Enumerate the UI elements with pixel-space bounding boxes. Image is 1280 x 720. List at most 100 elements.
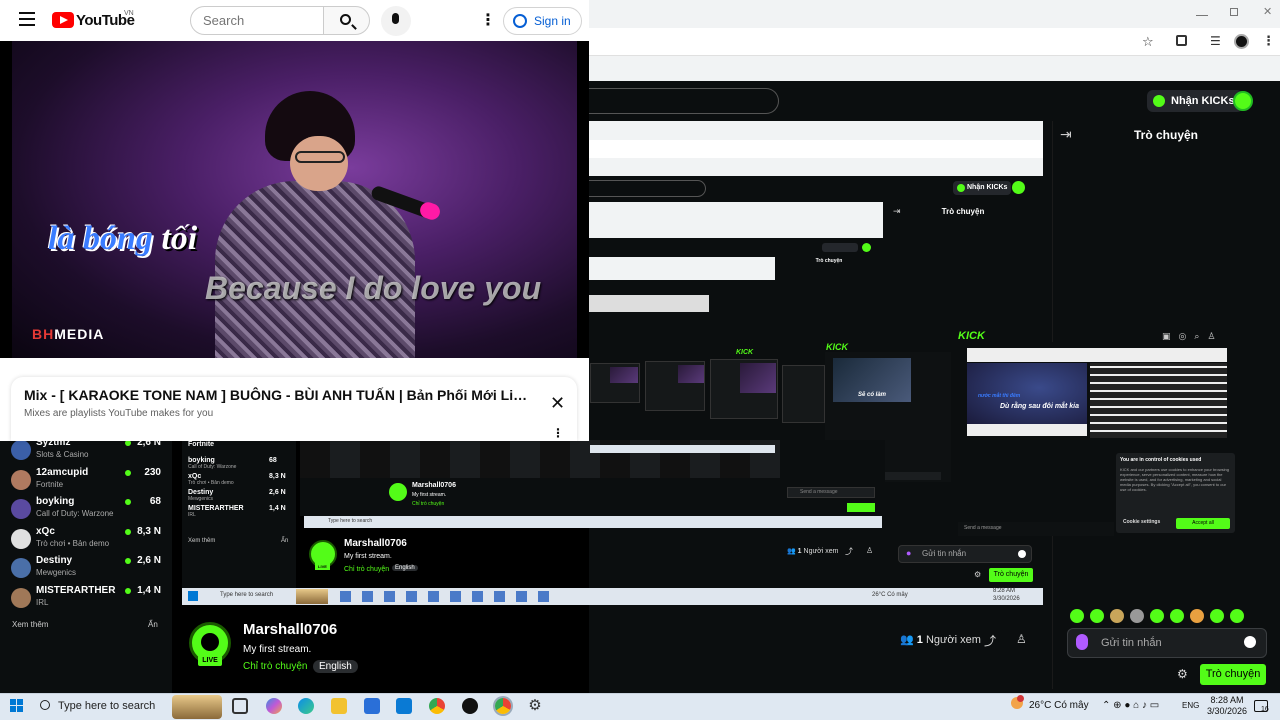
more-options-icon[interactable]: ⋮ [480, 10, 496, 30]
edge-icon[interactable] [298, 698, 314, 714]
nested-taskbar-time: 8:28 AM [993, 588, 1016, 594]
nested-streamer-name: Marshall0706 [344, 538, 407, 549]
live-dot-icon [125, 469, 131, 476]
emote-icon[interactable] [1190, 609, 1204, 623]
hamburger-menu-icon[interactable] [19, 12, 35, 26]
chat-input-placeholder: Gửi tin nhắn [1101, 637, 1162, 649]
share-icon[interactable]: ⤴ [984, 632, 996, 649]
streamer-name[interactable]: Marshall0706 [243, 621, 337, 638]
region-code: VN [124, 10, 134, 17]
emote-icon[interactable] [1090, 609, 1104, 623]
emoji-icon[interactable] [1244, 636, 1256, 648]
sidebar-channel[interactable]: Syztmz Slots & Casino 2,6 N [11, 437, 161, 465]
kick-search-bar[interactable] [589, 88, 779, 114]
nested-get-kicks-2 [822, 243, 858, 252]
search-button[interactable] [323, 6, 370, 35]
channel-avatar [11, 528, 31, 549]
mix-options-icon[interactable]: ⋮ [552, 426, 564, 440]
emote-icon[interactable] [1070, 609, 1084, 623]
task-view-icon[interactable] [232, 698, 248, 714]
chat-send-button[interactable]: Trò chuyện [1200, 664, 1266, 685]
cookie-accept-button[interactable]: Accept all [1176, 518, 1230, 529]
sidebar-channel[interactable]: Destiny Mewgenics 2,6 N [11, 555, 161, 583]
emote-icon[interactable] [1150, 609, 1164, 623]
sidebar-channel[interactable]: boyking Call of Duty: Warzone 68 [11, 496, 161, 524]
bookmark-star-icon[interactable]: ☆ [1142, 34, 1154, 50]
sidebar-channel[interactable]: MISTERARTHER IRL 1,4 N [11, 585, 161, 613]
browser-menu-icon[interactable]: ⋮ [1262, 33, 1275, 49]
windows-start-icon[interactable] [10, 699, 24, 713]
nested-sidebar-channel: Fortnite [188, 441, 214, 448]
close-window-button[interactable]: ✕ [1263, 5, 1272, 18]
emote-icon[interactable] [1170, 609, 1184, 623]
see-more-link[interactable]: Xem thêm [12, 620, 48, 629]
video-player[interactable] [0, 41, 589, 358]
nested-streamer-name-small: Marshall0706 [412, 482, 456, 489]
capcut-icon[interactable] [462, 698, 478, 714]
nested-chat-title-1: Trò chuyện [941, 207, 985, 216]
kick-logo: KICK [958, 330, 985, 342]
mic-icon[interactable] [1076, 634, 1088, 650]
copilot-icon[interactable] [266, 698, 282, 714]
stream-language-tag[interactable]: English [313, 660, 358, 673]
clock-date: 3/30/2026 [1206, 706, 1248, 716]
search-highlight-image[interactable] [172, 695, 222, 719]
emote-icon[interactable] [1210, 609, 1224, 623]
youtube-logo-icon[interactable] [52, 12, 74, 28]
profile-avatar[interactable] [1234, 34, 1249, 49]
mix-title[interactable]: Mix - [ KARAOKE TONE NAM ] BUÔNG - BÙI A… [24, 387, 534, 403]
chrome-icon[interactable] [429, 698, 445, 714]
search-input[interactable] [190, 6, 324, 35]
chat-input[interactable] [1067, 628, 1267, 658]
taskbar-search-icon[interactable] [40, 700, 50, 710]
follow-icon[interactable]: ♙ [1016, 632, 1027, 646]
outlook-icon[interactable] [396, 698, 412, 714]
sidebar-channel[interactable]: 12amcupid Fortnite 230 [11, 467, 161, 495]
nested-mic-icon: ● [906, 548, 912, 558]
file-explorer-icon[interactable] [331, 698, 347, 714]
input-language[interactable]: ENG [1182, 701, 1199, 710]
user-avatar[interactable] [1233, 91, 1253, 111]
weather-text[interactable]: 26°C Có mây [1029, 700, 1089, 711]
live-dot-icon [125, 528, 131, 535]
system-tray-icons[interactable]: ⌃ ⊕ ● ⌂ ♪ ▭ [1102, 700, 1159, 711]
chrome-active-icon[interactable] [495, 698, 511, 714]
channel-name: boyking [36, 496, 75, 507]
nested-streamer-title-small: My first stream. [412, 492, 447, 498]
emote-icon[interactable] [1130, 609, 1144, 623]
store-icon[interactable] [364, 698, 380, 714]
sign-in-button[interactable]: Sign in [503, 7, 582, 35]
chat-settings-icon[interactable]: ⚙ [1177, 667, 1188, 681]
settings-icon[interactable]: ⚙ [527, 698, 543, 714]
viewer-count-label: Người xem [925, 634, 981, 646]
minimize-button[interactable] [1196, 6, 1208, 16]
extensions-icon[interactable] [1176, 35, 1187, 46]
live-dot-icon [125, 587, 131, 594]
thumb [782, 365, 825, 423]
stream-category[interactable]: Chỉ trò chuyện [243, 661, 307, 672]
nested-streamer-cat-small: Chỉ trò chuyện [412, 501, 445, 507]
sidebar-channel[interactable]: xQc Trò chơi • Bản demo 8,3 N [11, 526, 161, 554]
watermark-right: MEDIA [54, 326, 105, 342]
nested-viewers: 👥 1 Người xem [787, 548, 839, 555]
clock[interactable]: 8:28 AM 3/30/2026 [1205, 695, 1249, 717]
cookie-settings-button[interactable]: Cookie settings [1123, 519, 1160, 525]
nested-overlay-a-lyric: Sẽ có làm [858, 392, 887, 398]
get-kicks-button[interactable]: Nhận KICKs [1147, 90, 1243, 112]
nested-viewer-count: 8,3 N [269, 473, 286, 480]
taskbar-search-field[interactable]: Type here to search [58, 700, 155, 712]
nested-taskbar-date: 3/30/2026 [993, 596, 1020, 602]
emote-bar [1070, 609, 1270, 623]
close-icon[interactable]: ✕ [550, 393, 565, 414]
voice-search-button[interactable] [381, 6, 411, 36]
media-controls-icon[interactable]: ☰ [1210, 34, 1221, 48]
nested-viewers-label: Người xem [803, 548, 839, 555]
restore-button[interactable] [1230, 8, 1238, 16]
lyric-highlight: là bóng [48, 220, 153, 257]
nested-taskbar-3 [590, 445, 775, 453]
kicks-icon [1153, 95, 1165, 107]
emote-icon[interactable] [1230, 609, 1244, 623]
emote-icon[interactable] [1110, 609, 1124, 623]
hide-link[interactable]: Ẩn [148, 620, 158, 629]
nested-get-kicks-label-1: Nhận KICKs [967, 184, 1008, 191]
